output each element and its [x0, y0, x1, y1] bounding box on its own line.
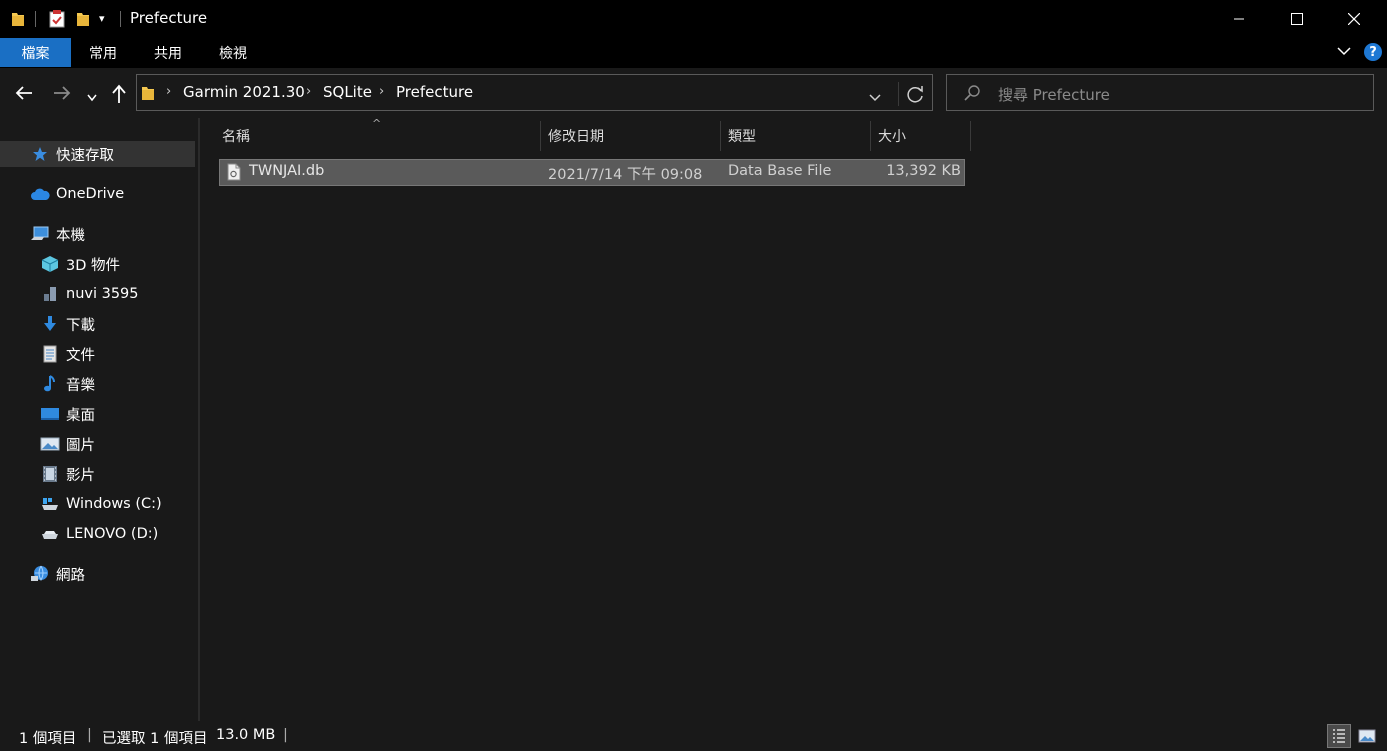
nav-label: OneDrive — [56, 186, 125, 202]
nav-item-3d-objects[interactable]: 3D 物件 — [0, 251, 195, 277]
column-divider[interactable] — [540, 121, 541, 151]
nav-item-nuvi[interactable]: nuvi 3595 — [0, 281, 195, 307]
breadcrumb-chevron-icon[interactable]: › — [166, 84, 171, 99]
nav-item-documents[interactable]: 文件 — [0, 341, 195, 367]
search-icon — [963, 84, 981, 106]
status-size: 13.0 MB — [216, 727, 276, 743]
minimize-button[interactable] — [1216, 0, 1262, 38]
nav-item-onedrive[interactable]: OneDrive — [0, 181, 195, 207]
column-header-modified[interactable]: 修改日期 — [548, 121, 718, 151]
forward-button[interactable] — [52, 84, 72, 106]
nav-item-drive-c[interactable]: Windows (C:) — [0, 491, 195, 517]
videos-icon — [40, 464, 60, 484]
breadcrumb-prefecture[interactable]: Prefecture — [396, 83, 473, 101]
nav-item-videos[interactable]: 影片 — [0, 461, 195, 487]
breadcrumb-chevron-icon[interactable]: › — [306, 84, 311, 99]
nav-label: 快速存取 — [56, 147, 114, 164]
folder-icon — [141, 84, 155, 106]
drive-c-icon — [40, 494, 60, 514]
nav-item-music[interactable]: 音樂 — [0, 371, 195, 397]
column-divider[interactable] — [870, 121, 871, 151]
download-icon — [40, 314, 60, 334]
details-view-button[interactable] — [1327, 724, 1351, 748]
status-bar — [0, 721, 1387, 751]
pictures-icon — [40, 434, 60, 454]
help-icon[interactable]: ? — [1364, 43, 1382, 61]
nav-label: LENOVO (D:) — [66, 526, 159, 542]
file-modified: 2021/7/14 下午 09:08 — [548, 167, 703, 183]
nav-item-downloads[interactable]: 下載 — [0, 311, 195, 337]
expand-ribbon-icon[interactable] — [1337, 45, 1351, 59]
nav-label: 本機 — [56, 227, 85, 244]
toolbar-separator — [35, 11, 36, 27]
nav-label: 桌面 — [66, 407, 95, 424]
computer-icon — [30, 224, 50, 244]
recent-locations-button[interactable] — [86, 88, 98, 107]
nav-item-desktop[interactable]: 桌面 — [0, 401, 195, 427]
cube-icon — [40, 254, 60, 274]
new-folder-icon[interactable] — [75, 10, 91, 32]
device-icon — [40, 284, 60, 304]
tab-file[interactable]: 檔案 — [0, 38, 71, 67]
breadcrumb-chevron-icon[interactable]: › — [379, 84, 384, 99]
breadcrumb-garmin[interactable]: Garmin 2021.30 — [183, 83, 305, 101]
star-icon — [32, 144, 48, 164]
address-history-icon[interactable] — [868, 88, 882, 107]
nav-label: nuvi 3595 — [66, 286, 139, 302]
column-header-name[interactable]: 名稱 — [222, 121, 538, 151]
status-selected: 已選取 1 個項目 — [102, 731, 208, 747]
customize-toolbar-icon[interactable]: ▾ — [99, 12, 105, 25]
nav-item-quick-access[interactable]: 快速存取 — [0, 141, 195, 167]
network-icon — [30, 564, 50, 584]
nav-item-drive-d[interactable]: LENOVO (D:) — [0, 521, 195, 547]
search-placeholder: 搜尋 Prefecture — [998, 86, 1110, 104]
window-title: Prefecture — [130, 9, 208, 27]
file-type: Data Base File — [728, 163, 832, 179]
nav-label: 文件 — [66, 347, 95, 364]
nav-label: 下載 — [66, 317, 95, 334]
back-button[interactable] — [14, 84, 34, 106]
file-name[interactable]: TWNJAI.db — [249, 163, 324, 179]
column-header-size[interactable]: 大小 — [878, 121, 968, 151]
folder-icon — [10, 10, 26, 32]
tab-home[interactable]: 常用 — [80, 38, 126, 67]
file-icon — [226, 163, 242, 185]
desktop-icon — [40, 404, 60, 424]
tab-share[interactable]: 共用 — [145, 38, 191, 67]
nav-label: 影片 — [66, 467, 95, 484]
column-divider[interactable] — [970, 121, 971, 151]
nav-item-this-pc[interactable]: 本機 — [0, 221, 195, 247]
nav-item-pictures[interactable]: 圖片 — [0, 431, 195, 457]
breadcrumb-sqlite[interactable]: SQLite — [323, 83, 372, 101]
status-separator: | — [283, 727, 288, 743]
nav-label: 音樂 — [66, 377, 95, 394]
tab-view[interactable]: 檢視 — [210, 38, 256, 67]
nav-label: 3D 物件 — [66, 257, 120, 274]
toolbar-separator — [120, 11, 121, 27]
nav-label: Windows (C:) — [66, 496, 162, 512]
properties-icon[interactable] — [48, 9, 66, 33]
ribbon-bar — [0, 38, 1387, 68]
music-icon — [40, 374, 60, 394]
file-size: 13,392 KB — [886, 163, 961, 179]
pane-divider[interactable] — [198, 118, 200, 721]
up-button[interactable] — [110, 83, 128, 109]
close-button[interactable] — [1331, 0, 1377, 38]
drive-d-icon — [40, 524, 60, 544]
column-header-type[interactable]: 類型 — [728, 121, 868, 151]
nav-label: 網路 — [56, 567, 85, 584]
document-icon — [40, 344, 60, 364]
status-item-count: 1 個項目 — [19, 731, 77, 747]
status-separator: | — [87, 727, 92, 743]
nav-item-network[interactable]: 網路 — [0, 561, 195, 587]
column-divider[interactable] — [720, 121, 721, 151]
maximize-button[interactable] — [1274, 0, 1320, 38]
large-icons-view-button[interactable] — [1355, 724, 1379, 748]
nav-label: 圖片 — [66, 437, 95, 454]
cloud-icon — [30, 184, 50, 204]
refresh-button[interactable] — [898, 82, 932, 106]
title-bar — [0, 0, 1387, 38]
